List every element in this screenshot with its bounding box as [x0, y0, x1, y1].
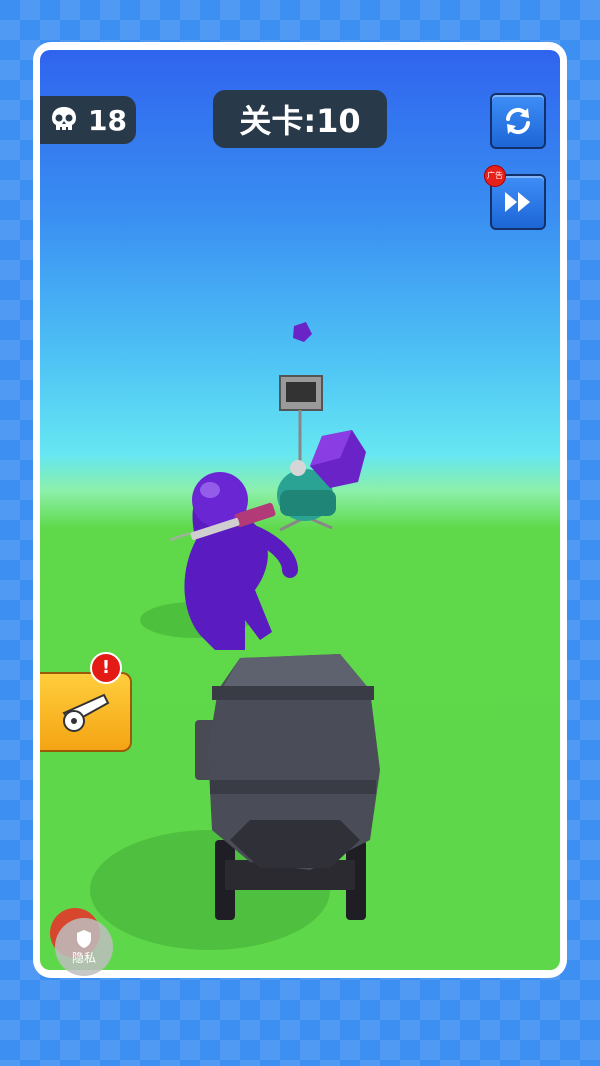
- small-rock: [293, 322, 312, 342]
- alert-badge: !: [90, 652, 122, 684]
- ad-badge: 广告: [484, 165, 506, 187]
- privacy-label: 隐私: [71, 950, 96, 965]
- shield-icon: [77, 929, 91, 948]
- level-indicator: 关卡:10: [213, 90, 387, 148]
- privacy-button[interactable]: 隐私: [55, 918, 113, 976]
- fast-forward-icon: [505, 192, 530, 212]
- skull-icon: [52, 107, 76, 130]
- game-viewport[interactable]: [40, 50, 560, 970]
- kill-count-value: 18: [88, 103, 127, 137]
- cannon-icon: [62, 693, 110, 732]
- player-cannon: [195, 654, 380, 920]
- cannon-upgrade-button[interactable]: [40, 672, 132, 752]
- level-label: 关卡:10: [239, 102, 361, 140]
- kill-counter: 18: [40, 96, 136, 144]
- refresh-icon: [506, 107, 530, 135]
- alert-mark: !: [101, 657, 111, 678]
- ad-badge-label: 广告: [487, 171, 503, 180]
- game-scene: [90, 322, 380, 950]
- restart-button[interactable]: [490, 93, 546, 149]
